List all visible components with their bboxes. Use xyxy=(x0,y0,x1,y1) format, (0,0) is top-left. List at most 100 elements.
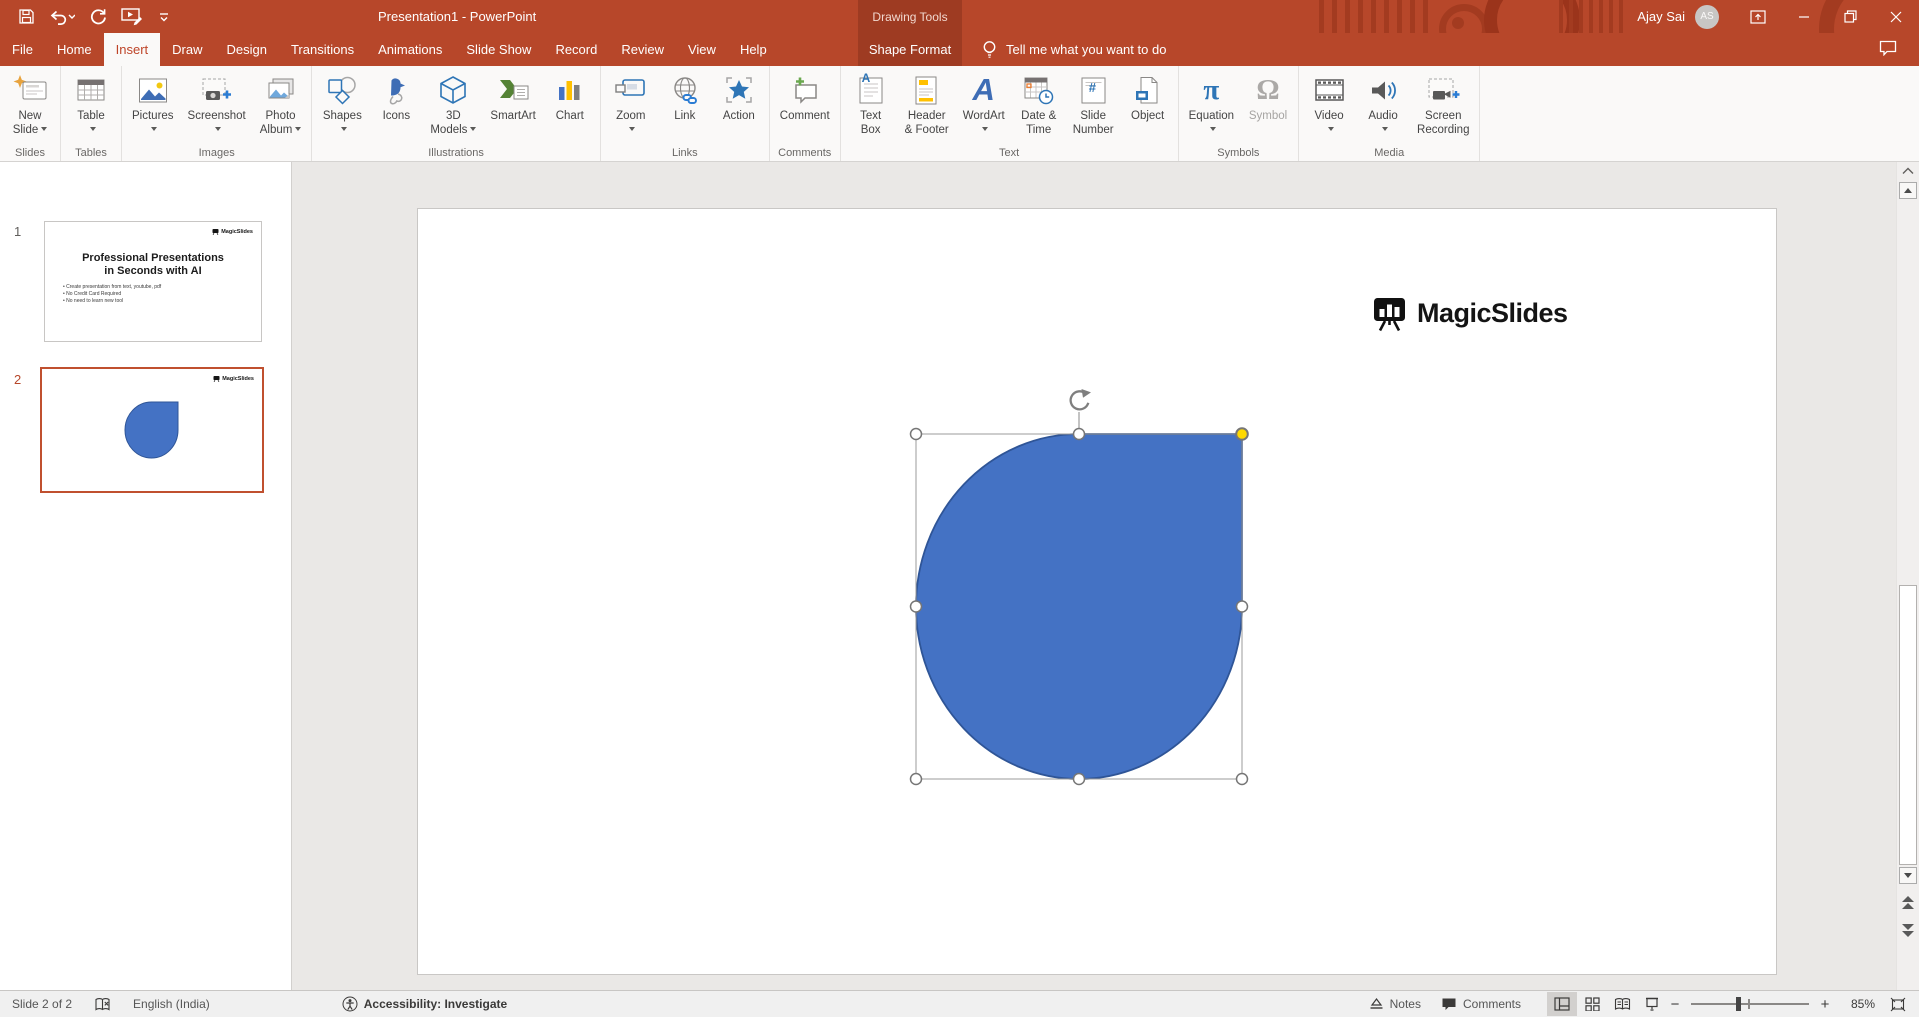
icons-button[interactable]: Icons xyxy=(369,70,423,124)
previous-slide-button[interactable] xyxy=(1900,890,1916,914)
action-button[interactable]: Action xyxy=(712,70,766,124)
zoom-button[interactable]: Zoom xyxy=(604,70,658,137)
teardrop-shape[interactable] xyxy=(915,433,1243,780)
tab-transitions[interactable]: Transitions xyxy=(279,33,366,66)
chevron-down-icon xyxy=(151,126,158,131)
table-icon xyxy=(76,70,106,110)
next-slide-button[interactable] xyxy=(1900,918,1916,942)
group-media: Video Audio Screen Recording Media xyxy=(1299,66,1481,161)
photo-album-button[interactable]: Photo Album xyxy=(253,70,309,137)
group-illustrations: Shapes Icons 3D Models SmartArt Chart Il… xyxy=(312,66,601,161)
zoom-in-button[interactable]: + xyxy=(1817,996,1833,1013)
qat-customize-icon[interactable] xyxy=(158,11,170,23)
tab-animations[interactable]: Animations xyxy=(366,33,454,66)
text-box-button[interactable]: A Text Box xyxy=(844,70,898,137)
date-time-button[interactable]: Date & Time xyxy=(1012,70,1066,137)
resize-handle-bottom-middle[interactable] xyxy=(1072,772,1086,786)
scrollbar-thumb[interactable] xyxy=(1899,585,1917,865)
chevron-down-icon xyxy=(1327,126,1334,131)
language-selector[interactable]: English (India) xyxy=(133,997,210,1011)
zoom-slider[interactable] xyxy=(1691,992,1809,1016)
video-icon xyxy=(1314,70,1345,110)
comments-corner-icon[interactable] xyxy=(1879,40,1897,56)
symbol-icon: Ω xyxy=(1256,73,1280,106)
user-name[interactable]: Ajay Sai xyxy=(1637,9,1685,24)
screen-recording-button[interactable]: Screen Recording xyxy=(1410,70,1476,137)
equation-button[interactable]: π Equation xyxy=(1182,70,1241,137)
tab-slide-show[interactable]: Slide Show xyxy=(454,33,543,66)
undo-icon[interactable] xyxy=(49,9,75,25)
slide-2-thumbnail[interactable]: MagicSlides xyxy=(40,367,264,493)
tab-file[interactable]: File xyxy=(0,33,45,66)
spellcheck-icon[interactable] xyxy=(94,997,111,1012)
notes-toggle[interactable]: Notes xyxy=(1369,997,1421,1011)
wordart-button[interactable]: A WordArt xyxy=(956,70,1012,137)
slide-2-editing-surface[interactable]: MagicSlides xyxy=(417,208,1777,975)
close-button[interactable] xyxy=(1873,0,1919,33)
tab-record[interactable]: Record xyxy=(543,33,609,66)
action-icon xyxy=(725,70,753,110)
resize-handle-top-middle[interactable] xyxy=(1072,427,1086,441)
ribbon-display-icon[interactable] xyxy=(1735,0,1781,33)
object-button[interactable]: Object xyxy=(1121,70,1175,124)
slide-number-button[interactable]: # Slide Number xyxy=(1066,70,1121,137)
zoom-slider-thumb[interactable] xyxy=(1735,997,1741,1011)
chevron-down-icon xyxy=(470,126,477,131)
audio-button[interactable]: Audio xyxy=(1356,70,1410,137)
resize-handle-middle-left[interactable] xyxy=(909,600,923,613)
smartart-button[interactable]: SmartArt xyxy=(483,70,542,124)
adjustment-handle-yellow[interactable] xyxy=(1235,427,1249,441)
minimize-button[interactable] xyxy=(1781,0,1827,33)
pictures-button[interactable]: Pictures xyxy=(125,70,181,137)
slideshow-view-button[interactable] xyxy=(1637,992,1667,1016)
resize-handle-top-left[interactable] xyxy=(909,427,923,441)
table-button[interactable]: Table xyxy=(64,70,118,137)
normal-view-button[interactable] xyxy=(1547,992,1577,1016)
3d-models-icon xyxy=(438,70,468,110)
zoom-level[interactable]: 85% xyxy=(1837,997,1875,1011)
save-icon[interactable] xyxy=(18,8,35,25)
photo-album-icon xyxy=(266,70,296,110)
resize-handle-bottom-left[interactable] xyxy=(909,772,923,786)
link-button[interactable]: Link xyxy=(658,70,712,124)
screenshot-button[interactable]: Screenshot xyxy=(181,70,253,137)
scroll-up-button[interactable] xyxy=(1899,182,1917,199)
text-box-icon: A xyxy=(858,70,884,110)
tab-shape-format[interactable]: Shape Format xyxy=(858,33,962,66)
slide-sorter-view-button[interactable] xyxy=(1577,992,1607,1016)
tab-home[interactable]: Home xyxy=(45,33,104,66)
comments-toggle[interactable]: Comments xyxy=(1441,997,1521,1011)
chart-button[interactable]: Chart xyxy=(543,70,597,124)
video-button[interactable]: Video xyxy=(1302,70,1356,137)
collapse-ribbon-icon[interactable] xyxy=(1902,167,1914,175)
new-slide-button[interactable]: New Slide xyxy=(3,70,57,137)
rotate-handle-icon[interactable] xyxy=(1069,389,1091,411)
fit-slide-to-window-button[interactable] xyxy=(1883,992,1913,1016)
tab-view[interactable]: View xyxy=(676,33,728,66)
comment-button[interactable]: Comment xyxy=(773,70,837,124)
resize-handle-bottom-right[interactable] xyxy=(1235,772,1249,786)
3d-models-button[interactable]: 3D Models xyxy=(423,70,483,137)
slide-indicator[interactable]: Slide 2 of 2 xyxy=(12,997,72,1011)
status-bar: Slide 2 of 2 English (India) Accessibili… xyxy=(0,990,1919,1017)
tab-design[interactable]: Design xyxy=(215,33,279,66)
restore-button[interactable] xyxy=(1827,0,1873,33)
tab-draw[interactable]: Draw xyxy=(160,33,214,66)
group-label-tables: Tables xyxy=(75,147,107,159)
header-footer-button[interactable]: Header & Footer xyxy=(898,70,956,137)
reading-view-button[interactable] xyxy=(1607,992,1637,1016)
shapes-button[interactable]: Shapes xyxy=(315,70,369,137)
slide-1-thumbnail[interactable]: MagicSlides Professional Presentations i… xyxy=(44,221,262,342)
resize-handle-middle-right[interactable] xyxy=(1235,600,1249,613)
tell-me-box[interactable]: Tell me what you want to do xyxy=(982,33,1166,66)
avatar[interactable]: AS xyxy=(1695,4,1719,29)
tab-review[interactable]: Review xyxy=(609,33,676,66)
zoom-out-button[interactable]: − xyxy=(1667,996,1683,1013)
start-slideshow-icon[interactable] xyxy=(121,7,144,26)
scroll-down-button[interactable] xyxy=(1899,867,1917,884)
redo-icon[interactable] xyxy=(89,8,107,25)
notes-icon xyxy=(1369,997,1384,1011)
tab-help[interactable]: Help xyxy=(728,33,779,66)
accessibility-checker[interactable]: Accessibility: Investigate xyxy=(342,996,507,1012)
tab-insert[interactable]: Insert xyxy=(103,33,161,66)
